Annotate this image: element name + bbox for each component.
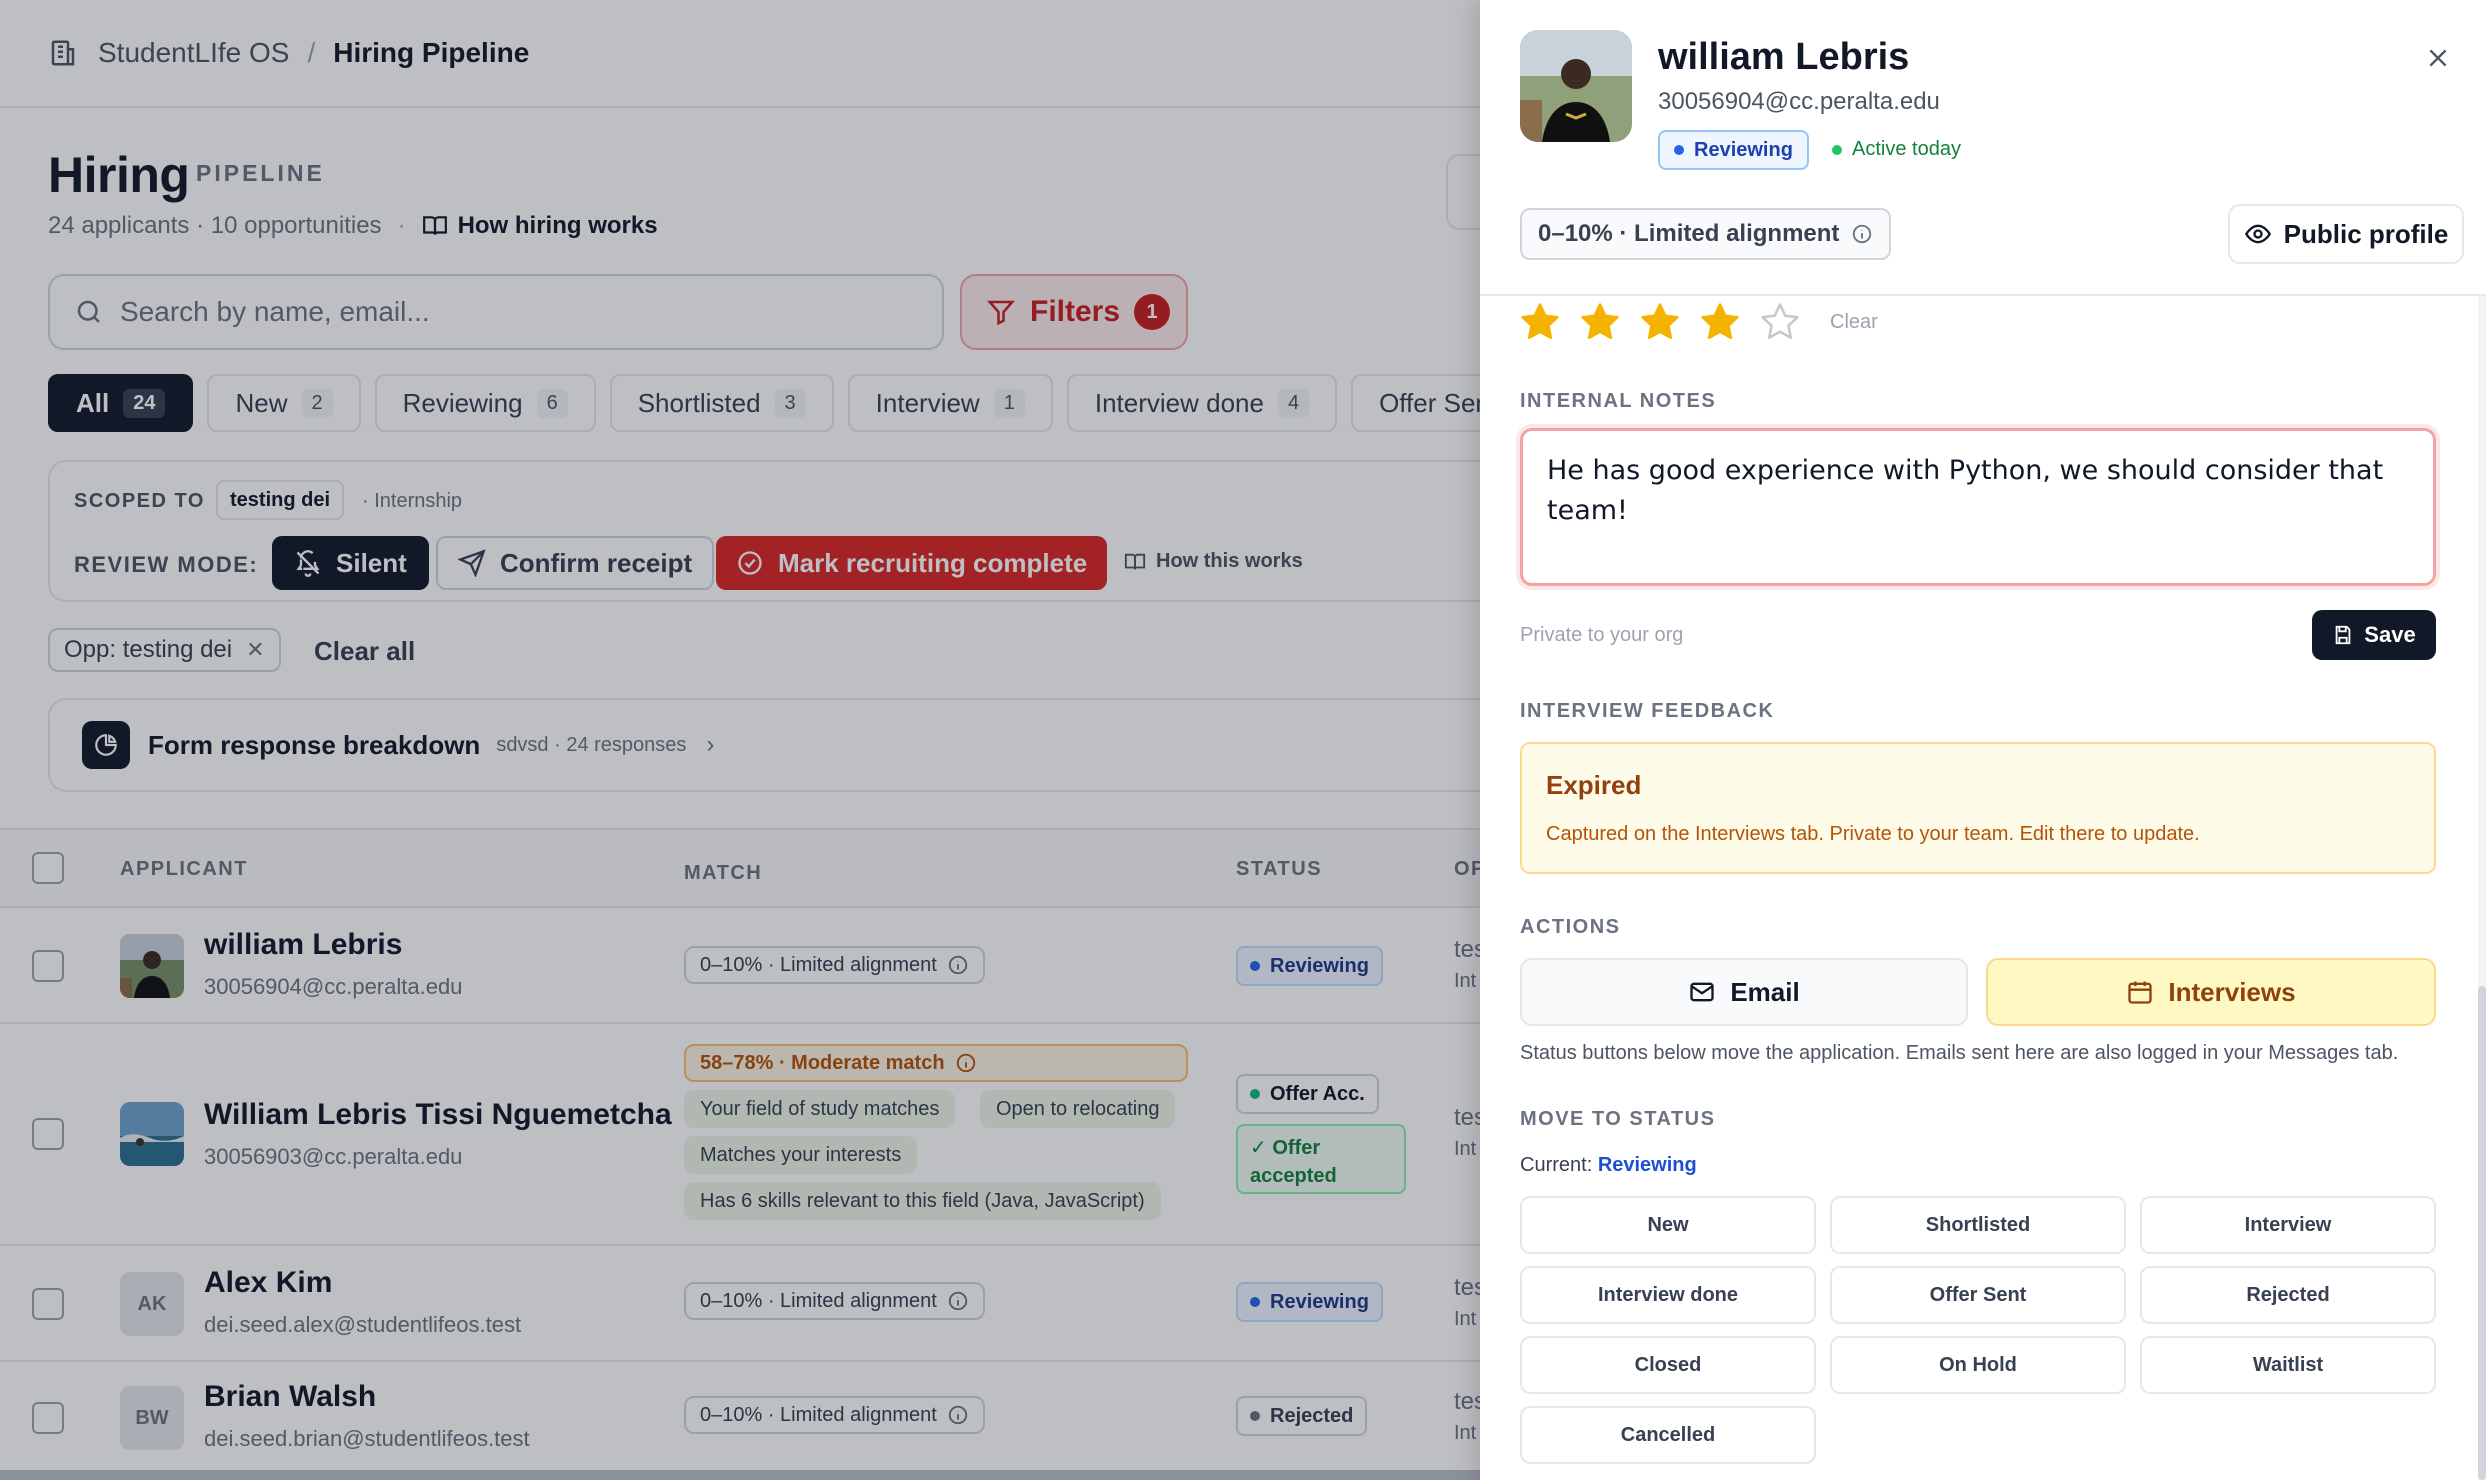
panel-applicant-email[interactable]: 30056904@cc.peralta.edu [1658,88,1940,116]
close-icon [2429,49,2447,67]
star-filled-icon[interactable] [1638,300,1682,344]
internal-notes-label: INTERNAL NOTES [1520,390,1717,412]
status-shortlisted-button[interactable]: Shortlisted [1830,1196,2126,1254]
status-waitlist-button[interactable]: Waitlist [2140,1336,2436,1394]
save-notes-button[interactable]: Save [2312,610,2436,660]
public-profile-button[interactable]: Public profile [2228,204,2464,264]
star-filled-icon[interactable] [1698,300,1742,344]
horizontal-scrollbar[interactable] [0,1470,1480,1480]
mail-icon [1690,982,1714,1002]
eye-icon [2244,224,2271,244]
panel-status-badge: Reviewing [1658,130,1809,170]
activity-indicator: Active today [1832,138,1961,161]
applicant-photo [1520,30,1632,142]
calendar-icon [2128,981,2153,1004]
status-button-grid: New Shortlisted Interview Interview done… [1520,1196,2436,1464]
star-empty-icon[interactable] [1758,300,1802,344]
actions-label: ACTIONS [1520,916,1621,938]
star-filled-icon[interactable] [1578,300,1622,344]
notes-privacy-hint: Private to your org [1520,624,1684,646]
interview-feedback-label: INTERVIEW FEEDBACK [1520,700,1775,722]
hiring-page: StudentLIfe OS / Hiring Pipeline Hiring … [0,0,2486,1480]
move-to-status-label: MOVE TO STATUS [1520,1108,1716,1130]
rating-stars: Clear [1518,300,1878,344]
clear-rating-button[interactable]: Clear [1830,311,1878,334]
status-on-hold-button[interactable]: On Hold [1830,1336,2126,1394]
interviews-button[interactable]: Interviews [1986,958,2436,1026]
email-button[interactable]: Email [1520,958,1968,1026]
internal-notes-textarea[interactable]: He has good experience with Python, we s… [1520,428,2436,586]
actions-note: Status buttons below move the applicatio… [1520,1042,2399,1064]
status-interview-button[interactable]: Interview [2140,1196,2436,1254]
feedback-description: Captured on the Interviews tab. Private … [1546,823,2200,845]
star-filled-icon[interactable] [1518,300,1562,344]
info-icon [1853,224,1872,244]
status-interview-done-button[interactable]: Interview done [1520,1266,1816,1324]
interview-feedback-card: Expired Captured on the Interviews tab. … [1520,742,2436,874]
panel-alignment-pill: 0–10% · Limited alignment [1520,208,1892,260]
feedback-status: Expired [1546,770,1642,800]
status-rejected-button[interactable]: Rejected [2140,1266,2436,1324]
status-closed-button[interactable]: Closed [1520,1336,1816,1394]
status-offer-sent-button[interactable]: Offer Sent [1830,1266,2126,1324]
save-icon [2335,625,2351,645]
status-cancelled-button[interactable]: Cancelled [1520,1406,1816,1464]
panel-scrollbar[interactable] [2478,296,2486,1480]
modal-backdrop[interactable] [0,0,1480,1480]
panel-scrollbar-thumb[interactable] [2478,986,2486,1480]
panel-applicant-name: william Lebris [1658,36,1910,78]
current-status: Current: Reviewing [1520,1154,1697,1176]
close-panel-button[interactable] [2420,40,2456,76]
status-new-button[interactable]: New [1520,1196,1816,1254]
applicant-detail-panel: william Lebris 30056904@cc.peralta.edu R… [1480,0,2486,1480]
